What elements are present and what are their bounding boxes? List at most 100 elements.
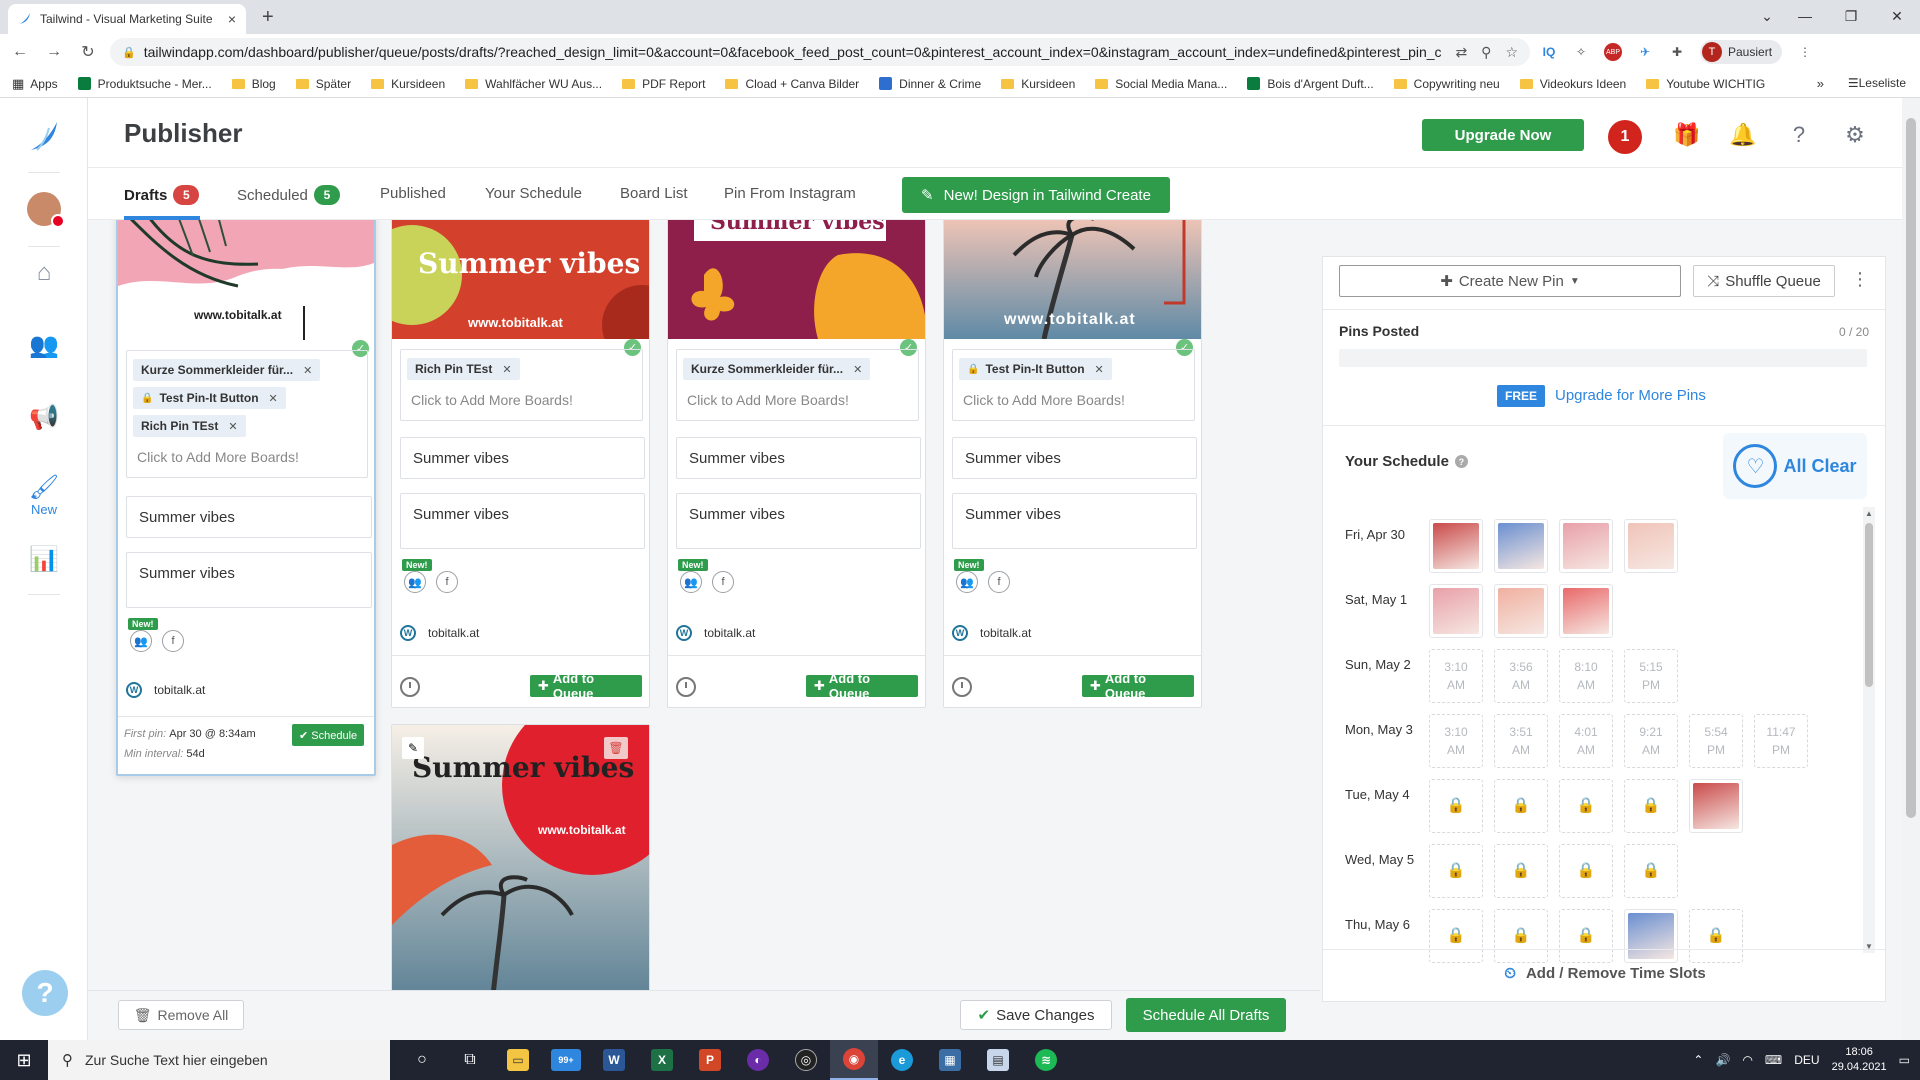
clock[interactable]: 18:06 29.04.2021 [1832,1045,1887,1075]
bookmark-item[interactable]: Blog [231,77,276,91]
bell-icon[interactable]: 🔔 [1728,120,1758,150]
pin-title-field[interactable]: Summer vibes [952,437,1197,479]
empty-time-slot[interactable]: 3:51 AM [1494,714,1548,768]
extension-icon[interactable]: ✧ [1572,43,1590,61]
page-scroll-thumb[interactable] [1906,118,1916,818]
help-icon[interactable]: ? [1784,120,1814,150]
boards-selector[interactable]: Kurze Sommerkleider für... ✕ 🔒 Test Pin-It… [126,350,368,478]
scheduled-pin-thumbnail[interactable] [1689,779,1743,833]
tribes-icon[interactable]: 👥 [130,630,152,652]
shuffle-queue-button[interactable]: ⤨ Shuffle Queue [1693,265,1835,297]
pin-description-field[interactable]: Summer vibes [126,552,372,608]
adblock-icon[interactable]: ABP [1604,43,1622,61]
facebook-icon[interactable]: f [436,571,458,593]
scheduled-pin-thumbnail[interactable] [1429,519,1483,573]
bookmark-item[interactable]: Copywriting neu [1393,77,1500,91]
bookmark-item[interactable]: Dinner & Crime [879,77,981,91]
draft-card[interactable]: www.tobitalk.at ✓ Kurze Sommerkleider fü… [116,220,376,776]
locked-time-slot[interactable]: 🔒 [1559,909,1613,963]
upgrade-more-pins-link[interactable]: Upgrade for More Pins [1555,387,1706,404]
bookmark-item[interactable]: Produktsuche - Mer... [77,77,212,91]
zoom-icon[interactable]: ⚲ [1481,44,1491,61]
edge-icon[interactable]: e [878,1040,926,1080]
scroll-thumb[interactable] [1865,523,1873,687]
excel-icon[interactable]: X [638,1040,686,1080]
facebook-icon[interactable]: f [988,571,1010,593]
pin-image[interactable]: Summer vibes [668,220,925,339]
tab-close-icon[interactable]: × [228,11,236,27]
draft-card[interactable]: Summer vibes www.tobitalk.at ✓ Rich Pin … [391,220,650,708]
pin-title-field[interactable]: Summer vibes [400,437,645,479]
clock-icon[interactable] [676,677,696,697]
bookmark-item[interactable]: Videokurs Ideen [1519,77,1626,91]
bookmark-item[interactable]: Cload + Canva Bilder [725,77,859,91]
add-remove-time-slots-button[interactable]: ⏲ Add / Remove Time Slots [1323,965,1887,982]
word-icon[interactable]: W [590,1040,638,1080]
chrome-icon[interactable]: ◉ [830,1040,878,1080]
boards-selector[interactable]: Rich Pin TEst ✕ Click to Add More Boards! [400,349,643,421]
gift-icon[interactable]: 🎁 [1672,120,1702,150]
file-explorer-icon[interactable]: ▭ [494,1040,542,1080]
schedule-button[interactable]: ✔ Schedule [292,724,365,746]
close-window-icon[interactable]: ✕ [1874,0,1920,32]
tab-pin-from-instagram[interactable]: Pin From Instagram [724,185,856,202]
edit-pencil-icon[interactable]: ✎ [402,737,424,759]
save-changes-button[interactable]: ✔ Save Changes [960,1000,1112,1030]
bookmark-star-icon[interactable]: ☆ [1505,44,1518,61]
tribes-icon[interactable]: 👥 [680,571,702,593]
notification-count-badge[interactable]: 1 [1608,120,1642,154]
tailwind-extension-icon[interactable]: ✈ [1636,43,1654,61]
bookmark-item[interactable]: Youtube WICHTIG [1646,77,1765,91]
notifications-icon[interactable]: ▭ [1899,1053,1910,1067]
spotify-icon[interactable]: ≋ [1022,1040,1070,1080]
bookmark-item[interactable]: Bois d'Argent Duft... [1247,77,1374,91]
profile-button[interactable]: T Pausiert [1700,40,1783,64]
empty-time-slot[interactable]: 4:01 AM [1559,714,1613,768]
tab-your-schedule[interactable]: Your Schedule [485,185,582,202]
app-icon[interactable]: ◐ [734,1040,782,1080]
locked-time-slot[interactable]: 🔒 [1559,779,1613,833]
add-to-queue-button[interactable]: ✚ Add to Queue [530,671,642,701]
bookmark-item[interactable]: Später [295,77,351,91]
add-boards-placeholder[interactable]: Click to Add More Boards! [133,441,361,467]
keyboard-icon[interactable]: ⌨ [1765,1053,1782,1067]
app-icon[interactable]: ▦ [926,1040,974,1080]
pin-description-field[interactable]: Summer vibes [400,493,645,549]
facebook-icon[interactable]: f [162,630,184,652]
clock-icon[interactable] [400,677,420,697]
locked-time-slot[interactable]: 🔒 [1689,909,1743,963]
facebook-icon[interactable]: f [712,571,734,593]
sidebar-item-insights[interactable]: 📊 [0,544,88,574]
tab-search-icon[interactable]: ⌄ [1752,0,1782,32]
locked-time-slot[interactable]: 🔒 [1494,779,1548,833]
powerpoint-icon[interactable]: P [686,1040,734,1080]
reading-list-button[interactable]: ☰ Leseliste [1848,76,1906,90]
empty-time-slot[interactable]: 8:10 AM [1559,649,1613,703]
locked-time-slot[interactable]: 🔒 [1429,909,1483,963]
windows-start-icon[interactable]: ⊞ [0,1040,48,1080]
scheduled-pin-thumbnail[interactable] [1624,909,1678,963]
forward-icon[interactable]: → [40,43,68,61]
gear-icon[interactable]: ⚙ [1840,120,1870,150]
more-options-icon[interactable]: ⋮ [1851,269,1869,290]
browser-menu-icon[interactable]: ⋮ [1796,43,1814,61]
obs-icon[interactable]: ◎ [782,1040,830,1080]
empty-time-slot[interactable]: 9:21 AM [1624,714,1678,768]
add-to-queue-button[interactable]: ✚ Add to Queue [1082,671,1194,701]
remove-board-icon[interactable]: ✕ [303,364,312,377]
chevron-up-icon[interactable]: ⌃ [1693,1053,1703,1067]
tribes-icon[interactable]: 👥 [404,571,426,593]
url-field[interactable]: 🔒 tailwindapp.com/dashboard/publisher/qu… [110,38,1530,66]
boards-selector[interactable]: Kurze Sommerkleider für... ✕ Click to Add… [676,349,919,421]
bookmark-item[interactable]: ▦ Apps [12,76,58,92]
boards-selector[interactable]: 🔒 Test Pin-It Button ✕ Click to Add More B… [952,349,1195,421]
sidebar-item-tribes[interactable]: 👥 [0,330,88,360]
tab-board-list[interactable]: Board List [620,185,688,202]
back-icon[interactable]: ← [6,43,34,61]
restore-icon[interactable]: ❐ [1828,0,1874,32]
help-chat-button[interactable]: ? [22,970,68,1016]
remove-board-icon[interactable]: ✕ [853,363,862,376]
empty-time-slot[interactable]: 3:10 AM [1429,649,1483,703]
pin-description-field[interactable]: Summer vibes [676,493,921,549]
volume-icon[interactable]: 🔊 [1715,1053,1730,1067]
